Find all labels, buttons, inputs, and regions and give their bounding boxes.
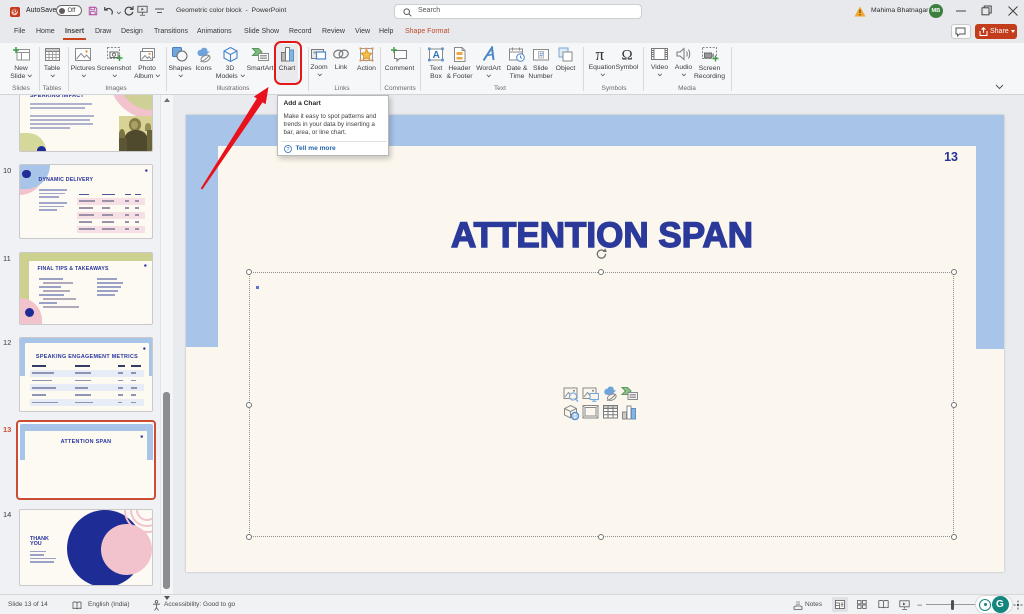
- svg-text:P: P: [13, 9, 17, 16]
- svg-text:π: π: [596, 46, 605, 62]
- svg-text:Ω: Ω: [622, 48, 633, 63]
- svg-text:#: #: [539, 52, 543, 59]
- svg-text:?: ?: [286, 147, 289, 153]
